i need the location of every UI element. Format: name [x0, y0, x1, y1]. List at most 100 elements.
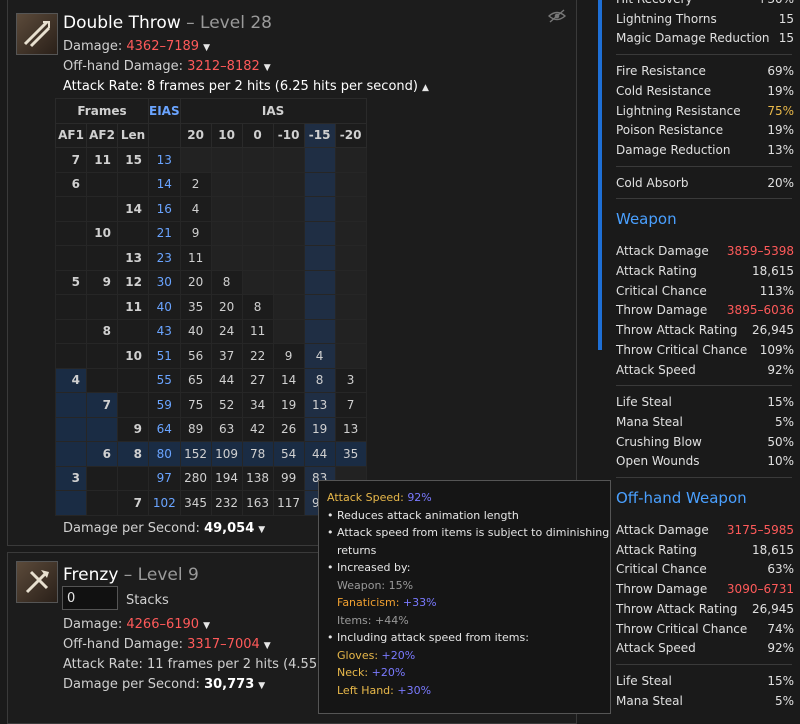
table-cell: 11: [179, 245, 212, 271]
stat-value: 19%: [767, 123, 794, 138]
table-cell: [86, 196, 118, 222]
divider: [616, 385, 792, 387]
stat-row: Damage Reduction 13%: [616, 143, 794, 157]
tooltip-line: • Attack speed from items is subject to …: [327, 526, 610, 539]
table-cell: [334, 196, 367, 222]
table-cell: [117, 367, 149, 393]
offhand-damage-line[interactable]: Off-hand Damage: 3212–8182 ▼: [63, 59, 271, 74]
table-cell: 59: [148, 392, 181, 418]
scroll-indicator[interactable]: [598, 0, 602, 350]
caret-down-icon[interactable]: ▼: [264, 641, 271, 651]
stat-value: 15%: [767, 673, 794, 688]
table-column-header: AF1 AF2 Len 20 10 0 -10 -15 -20: [55, 122, 367, 148]
table-cell: [117, 220, 149, 246]
dps-line[interactable]: Damage per Second: 49,054 ▼: [63, 521, 265, 536]
stat-row: Attack Damage 3859–5398: [616, 244, 794, 258]
table-cell: [272, 196, 305, 222]
table-row: 8 43 40 24 11: [55, 318, 367, 344]
table-cell: 80: [148, 441, 181, 467]
table-cell: 20: [210, 294, 243, 320]
table-cell: 51: [148, 343, 181, 369]
attack-rate-line[interactable]: Attack Rate: 8 frames per 2 hits (6.25 h…: [63, 79, 429, 94]
table-cell: 138: [241, 465, 274, 491]
section-heading: Off-hand Weapon: [616, 489, 747, 507]
damage-line[interactable]: Damage: 4266–6190 ▼: [63, 617, 210, 632]
caret-down-icon[interactable]: ▼: [203, 621, 210, 631]
stat-value: 69%: [767, 64, 794, 79]
table-row: 14 16 4: [55, 196, 367, 222]
caret-down-icon[interactable]: ▼: [258, 525, 265, 535]
stat-row: Throw Damage 3895–6036: [616, 303, 794, 317]
stat-row: Attack Rating 18,615: [616, 543, 794, 557]
table-cell: [55, 392, 87, 418]
caret-down-icon[interactable]: ▼: [264, 63, 271, 73]
divider: [616, 198, 792, 200]
table-cell: 19: [272, 392, 305, 418]
stat-label: Attack Rating: [616, 542, 697, 557]
table-cell: [334, 171, 367, 197]
table-cell: [303, 196, 336, 222]
table-row: 7 11 15 13: [55, 147, 367, 173]
stat-label: Damage Reduction: [616, 142, 731, 157]
divider: [616, 477, 792, 478]
table-cell: [334, 147, 367, 173]
dps-value: 49,054: [204, 521, 255, 536]
column-header: 0: [241, 122, 274, 148]
stat-label: Mana Steal: [616, 414, 683, 429]
table-cell: 8: [86, 318, 118, 344]
table-cell: 2: [179, 171, 212, 197]
stat-value: 26,945: [752, 323, 794, 338]
table-cell: 163: [241, 490, 274, 516]
stat-value: 113%: [759, 283, 794, 298]
stat-value: 109%: [759, 342, 794, 357]
table-cell: 19: [303, 416, 336, 442]
table-cell: 55: [148, 367, 181, 393]
hide-eye-icon[interactable]: [548, 9, 566, 23]
table-cell: 7: [55, 147, 87, 173]
stat-label: Attack Damage: [616, 244, 709, 259]
table-cell: [272, 318, 305, 344]
caret-up-icon[interactable]: ▲: [422, 83, 429, 93]
gloves-label: Gloves:: [337, 648, 379, 662]
stat-label: Mana Steal: [616, 693, 683, 708]
column-header: AF2: [86, 122, 118, 148]
dps-line[interactable]: Damage per Second: 30,773 ▼: [63, 677, 265, 692]
divider: [616, 165, 792, 167]
group-eias: EIAS: [148, 98, 181, 124]
table-cell: [55, 441, 87, 467]
caret-down-icon[interactable]: ▼: [258, 681, 265, 691]
stat-label: Hit Recovery: [616, 0, 693, 6]
table-cell: 10: [86, 220, 118, 246]
left-hand-value: +30%: [397, 683, 432, 697]
table-cell: 194: [210, 465, 243, 491]
table-cell: [241, 220, 274, 246]
table-cell: 54: [272, 441, 305, 467]
skill-title: Double Throw – Level 28: [63, 13, 272, 33]
tooltip-text: Including attack speed from items:: [337, 631, 529, 644]
table-cell: 11: [86, 147, 118, 173]
caret-down-icon[interactable]: ▼: [203, 43, 210, 53]
table-cell: 8: [117, 441, 149, 467]
table-cell: 21: [148, 220, 181, 246]
tooltip-fanaticism: Fanaticism: +33%: [327, 594, 602, 612]
table-cell: 64: [148, 416, 181, 442]
table-cell: 13: [117, 245, 149, 271]
stat-row: Magic Damage Reduction 15: [616, 31, 794, 45]
gloves-value: +20%: [381, 648, 416, 662]
stacks-input[interactable]: 0: [62, 586, 118, 610]
offhand-damage-line[interactable]: Off-hand Damage: 3317–7004 ▼: [63, 637, 271, 652]
skill-level: – Level 28: [186, 13, 272, 33]
table-cell: 42: [241, 416, 274, 442]
table-cell: 102: [148, 490, 181, 516]
stat-value: 63%: [767, 562, 794, 577]
stat-row: Lightning Thorns 15: [616, 12, 794, 26]
tooltip-neck: Neck: +20%: [327, 664, 602, 682]
stat-value: 3175–5985: [726, 523, 794, 537]
table-cell: [334, 343, 367, 369]
table-cell: 11: [117, 294, 149, 320]
table-cell: 52: [210, 392, 243, 418]
table-row: 4 55 65 44 27 14 8 3: [55, 367, 367, 393]
table-cell: 8: [241, 294, 274, 320]
damage-line[interactable]: Damage: 4362–7189 ▼: [63, 39, 210, 54]
stat-value: 15: [778, 31, 794, 46]
